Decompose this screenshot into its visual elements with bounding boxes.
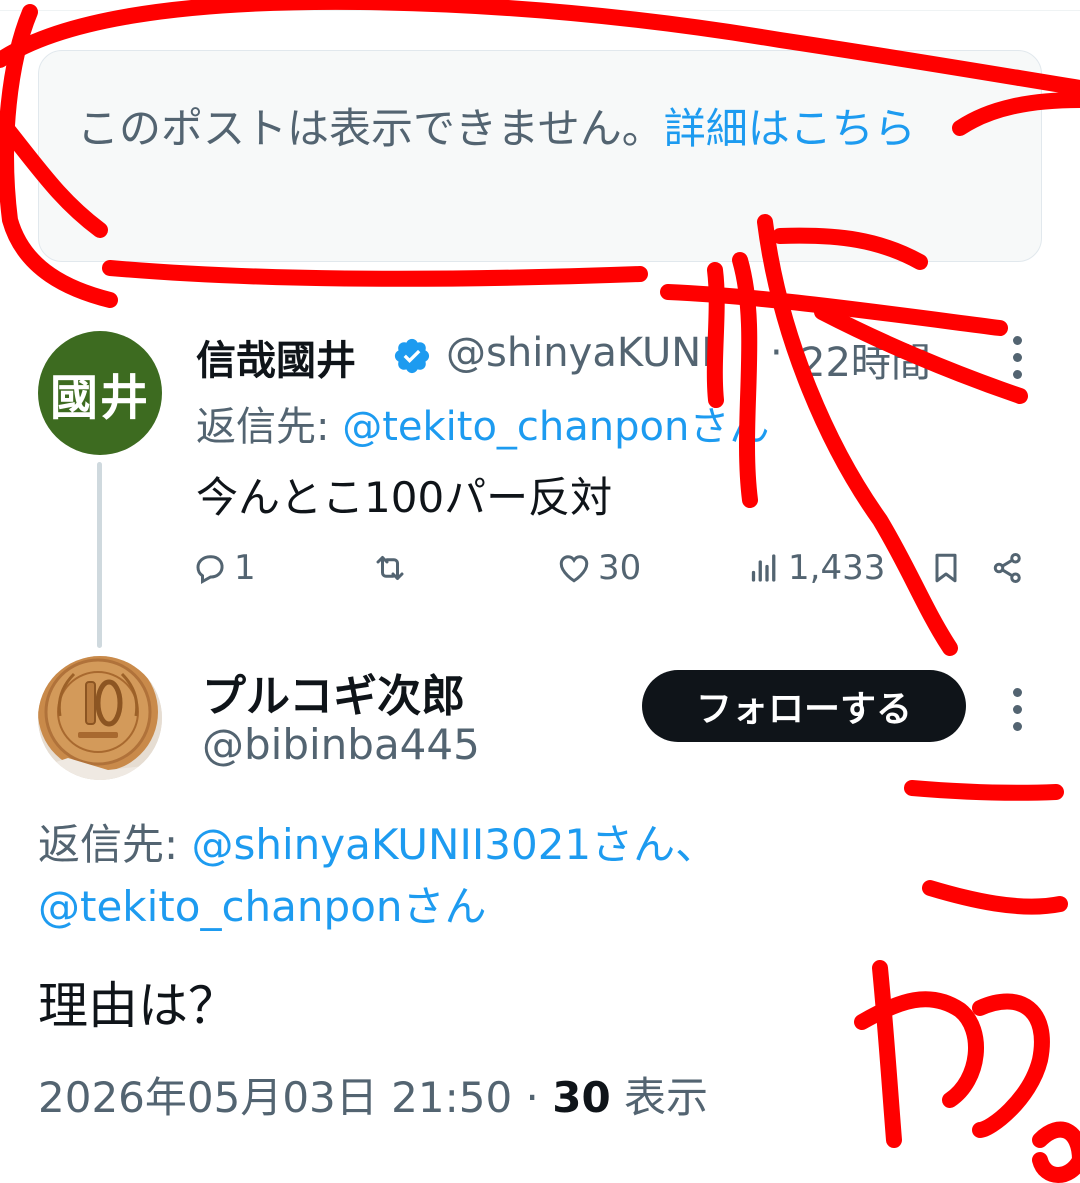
like-count: 30	[598, 548, 642, 588]
reply-button[interactable]: 1	[192, 546, 256, 590]
separator: ·	[512, 1073, 553, 1122]
replying-to: 返信先: @shinyaKUNII3021さん、 @tekito_chanponさ…	[38, 814, 938, 938]
avatar-text: 國井	[49, 370, 150, 426]
author-name[interactable]: プルコギ次郎	[202, 660, 465, 724]
views-button[interactable]: 1,433	[746, 546, 885, 590]
views-label: 表示	[610, 1073, 709, 1122]
notice-message: このポストは表示できません。	[77, 104, 664, 153]
replying-to-label: 返信先:	[196, 404, 343, 450]
author-handle[interactable]: @shinyaKUNII	[446, 330, 725, 376]
bookmark-icon	[935, 553, 957, 583]
author-name[interactable]: 信哉國井	[196, 328, 356, 386]
repost-button[interactable]	[372, 546, 414, 590]
tweet-text: 理由は？	[38, 977, 238, 1035]
post-unavailable-notice: このポストは表示できません。詳細はこちら	[38, 50, 1042, 262]
reply-mention-link[interactable]: @tekito_chanponさん	[38, 882, 487, 931]
author-handle[interactable]: @bibinba445	[202, 720, 480, 769]
timestamp[interactable]: 22時間	[800, 330, 931, 388]
tweet-text: 今んとこ100パー反対	[196, 473, 613, 522]
reply-mention-link[interactable]: @tekito_chanponさん	[342, 404, 769, 450]
bookmark-button[interactable]	[928, 546, 964, 590]
repost-icon	[376, 556, 404, 580]
top-divider	[0, 10, 1080, 11]
speech-bubble-icon	[196, 555, 224, 585]
separator: ·	[770, 330, 783, 376]
follow-button[interactable]: フォローする	[642, 670, 966, 742]
avatar[interactable]	[38, 656, 162, 780]
replying-to: 返信先: @tekito_chanponさん	[196, 394, 769, 452]
reply-mention-link[interactable]: @shinyaKUNII3021さん、	[192, 820, 718, 869]
more-options-button[interactable]	[1012, 336, 1022, 379]
views-count: 30	[552, 1073, 611, 1122]
coin-avatar-image	[38, 656, 162, 780]
replying-to-label: 返信先:	[38, 820, 192, 869]
heart-icon	[559, 555, 589, 583]
share-icon	[993, 553, 1021, 583]
verified-badge-icon	[394, 338, 430, 374]
share-button[interactable]	[990, 546, 1026, 590]
notice-text: このポストは表示できません。詳細はこちら	[77, 93, 977, 165]
thread-connector	[97, 462, 102, 648]
bar-chart-icon	[751, 554, 776, 582]
view-count: 1,433	[788, 548, 886, 588]
tweet-datetime[interactable]: 2026年05月03日 21:50	[38, 1073, 512, 1122]
learn-more-link[interactable]: 詳細はこちら	[664, 104, 916, 153]
reply-count: 1	[234, 548, 256, 588]
tweet-metadata: 2026年05月03日 21:50 · 30 表示	[38, 1064, 708, 1125]
more-options-button[interactable]	[1012, 688, 1022, 731]
like-button[interactable]: 30	[556, 546, 641, 590]
avatar[interactable]: 國井	[38, 331, 162, 455]
